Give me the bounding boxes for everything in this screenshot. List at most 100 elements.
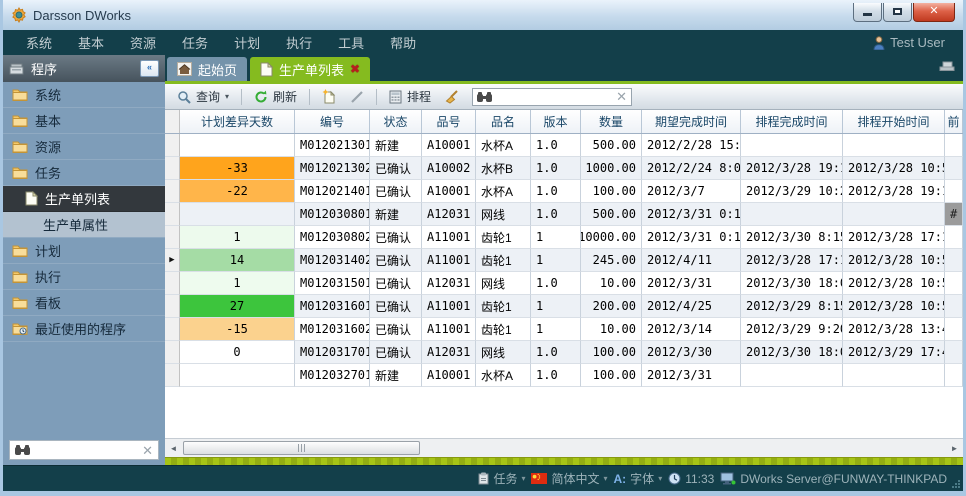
table-cell: -15 xyxy=(180,318,295,341)
clean-button[interactable] xyxy=(439,88,464,106)
table-row[interactable]: M012030801新建A12031网线1.0500.002012/3/31 0… xyxy=(165,203,963,226)
table-search-input[interactable] xyxy=(496,89,612,105)
sidebar-item[interactable]: 执行 xyxy=(3,264,165,290)
table-cell: 2012/3/29 17:46 xyxy=(843,341,945,364)
table-cell: 新建 xyxy=(370,134,422,157)
column-header[interactable]: 排程完成时间 xyxy=(741,110,843,133)
table-cell: 2012/2/24 8:00 xyxy=(642,157,741,180)
query-button[interactable]: 查询 ▾ xyxy=(172,86,234,107)
column-header[interactable]: 计划差异天数 xyxy=(180,110,295,133)
clock-status: 11:33 xyxy=(668,472,714,486)
sidebar-item[interactable]: 任务 xyxy=(3,160,165,186)
column-header[interactable]: 品号 xyxy=(422,110,476,133)
tab-active[interactable]: 生产单列表 ✖ xyxy=(250,57,370,81)
hscroll-right-button[interactable]: ► xyxy=(946,440,963,456)
table-search-clear-icon[interactable]: ✕ xyxy=(616,90,627,103)
column-header[interactable]: 版本 xyxy=(531,110,581,133)
font-icon: A: xyxy=(614,472,627,486)
menu-item[interactable]: 资源 xyxy=(117,36,169,51)
resize-grip[interactable] xyxy=(951,479,961,489)
table-cell xyxy=(165,226,180,249)
close-button[interactable]: ✕ xyxy=(913,3,955,22)
schedule-button[interactable]: 排程 xyxy=(384,86,436,107)
table-cell: 2012/3/29 10:20 xyxy=(741,180,843,203)
table-row[interactable]: M012032701新建A10001水杯A1.0100.002012/3/31 xyxy=(165,364,963,387)
table-cell: M012031602 xyxy=(295,318,370,341)
table-cell: M012031402 xyxy=(295,249,370,272)
tab-close-icon[interactable]: ✖ xyxy=(350,63,360,75)
sidebar-search-input[interactable] xyxy=(34,442,138,458)
table-row[interactable]: -33M012021302已确认A10002水杯B1.01000.002012/… xyxy=(165,157,963,180)
table-row[interactable]: 0M012031701已确认A12031网线1.0100.002012/3/30… xyxy=(165,341,963,364)
app-window: Darsson DWorks ✕ 系统基本资源任务计划执行工具帮助 Test U… xyxy=(0,0,966,496)
edit-button[interactable] xyxy=(345,88,369,106)
sidebar-item[interactable]: 看板 xyxy=(3,290,165,316)
table-cell: 新建 xyxy=(370,364,422,387)
sidebar-item[interactable]: 计划 xyxy=(3,238,165,264)
column-header[interactable] xyxy=(165,110,180,133)
table-row[interactable]: 1M012031501已确认A12031网线1.010.002012/3/312… xyxy=(165,272,963,295)
sidebar-collapse-button[interactable]: « xyxy=(140,60,159,77)
tab-label: 生产单列表 xyxy=(279,60,344,79)
menu-item[interactable]: 系统 xyxy=(13,36,65,51)
sidebar-item[interactable]: 基本 xyxy=(3,108,165,134)
maximize-button[interactable] xyxy=(883,3,912,22)
menu-item[interactable]: 执行 xyxy=(273,36,325,51)
column-header[interactable]: 品名 xyxy=(476,110,531,133)
table-row[interactable]: 1M012030802已确认A11001齿轮1110000.002012/3/3… xyxy=(165,226,963,249)
column-header[interactable]: 状态 xyxy=(370,110,422,133)
menu-item[interactable]: 帮助 xyxy=(377,36,429,51)
task-menu[interactable]: 任务 ▾ xyxy=(478,470,525,487)
table-cell: 水杯A xyxy=(476,364,531,387)
table-cell: M012021302 xyxy=(295,157,370,180)
sidebar-item[interactable]: 生产单属性 xyxy=(3,212,165,238)
column-header[interactable]: 编号 xyxy=(295,110,370,133)
minimize-button[interactable] xyxy=(853,3,882,22)
table-empty-area xyxy=(165,387,963,438)
sidebar-item[interactable]: 最近使用的程序 xyxy=(3,316,165,342)
table-row[interactable]: -15M012031602已确认A11001齿轮1110.002012/3/14… xyxy=(165,318,963,341)
refresh-button[interactable]: 刷新 xyxy=(249,86,302,107)
tab-inactive[interactable]: 起始页 xyxy=(167,57,247,81)
search-icon xyxy=(177,90,191,104)
table-row[interactable]: 27M012031601已确认A11001齿轮11200.002012/4/25… xyxy=(165,295,963,318)
column-header[interactable]: 数量 xyxy=(581,110,642,133)
font-menu[interactable]: A: 字体 ▾ xyxy=(614,470,663,487)
table-row[interactable]: ▶14M012031402已确认A11001齿轮11245.002012/4/1… xyxy=(165,249,963,272)
table-cell xyxy=(741,134,843,157)
table-cell: A10001 xyxy=(422,180,476,203)
table-cell: 已确认 xyxy=(370,295,422,318)
clipboard-icon xyxy=(478,472,489,485)
hscroll-left-button[interactable]: ◄ xyxy=(165,440,182,456)
sidebar-item[interactable]: 系统 xyxy=(3,82,165,108)
window-list-icon[interactable] xyxy=(939,60,955,72)
sidebar-item[interactable]: 资源 xyxy=(3,134,165,160)
sidebar-search-clear-icon[interactable]: ✕ xyxy=(142,444,153,457)
table-row[interactable]: M012021301新建A10001水杯A1.0500.002012/2/28 … xyxy=(165,134,963,157)
hscroll-track[interactable] xyxy=(182,440,946,456)
table-cell: 1 xyxy=(531,318,581,341)
sidebar-item[interactable]: 生产单列表 xyxy=(3,186,165,212)
schedule-label: 排程 xyxy=(407,88,431,105)
language-menu[interactable]: 简体中文 ▾ xyxy=(531,470,607,487)
table-cell: A10001 xyxy=(422,364,476,387)
menu-item[interactable]: 任务 xyxy=(169,36,221,51)
folder-icon xyxy=(12,88,28,101)
column-header[interactable]: 期望完成时间 xyxy=(642,110,741,133)
table-cell: 2012/4/11 xyxy=(642,249,741,272)
server-status: DWorks Server@FUNWAY-THINKPAD xyxy=(720,472,947,486)
table-cell: 2012/3/28 10:52 xyxy=(843,272,945,295)
column-header[interactable]: 前 xyxy=(945,110,963,133)
menu-item[interactable]: 计划 xyxy=(221,36,273,51)
menu-item[interactable]: 基本 xyxy=(65,36,117,51)
menu-item[interactable]: 工具 xyxy=(325,36,377,51)
column-header[interactable]: 排程开始时间 xyxy=(843,110,945,133)
new-button[interactable] xyxy=(317,87,342,106)
statusbar: 任务 ▾ 简体中文 ▾ A: 字体 ▾ 11:33 DWorks Server@… xyxy=(3,465,963,491)
table-cell: 水杯A xyxy=(476,134,531,157)
table-row[interactable]: -22M012021401已确认A10001水杯A1.0100.002012/3… xyxy=(165,180,963,203)
sidebar-item-label: 任务 xyxy=(35,163,61,182)
server-monitor-icon xyxy=(720,472,736,486)
hscroll-thumb[interactable] xyxy=(183,441,420,455)
table-cell: 200.00 xyxy=(581,295,642,318)
